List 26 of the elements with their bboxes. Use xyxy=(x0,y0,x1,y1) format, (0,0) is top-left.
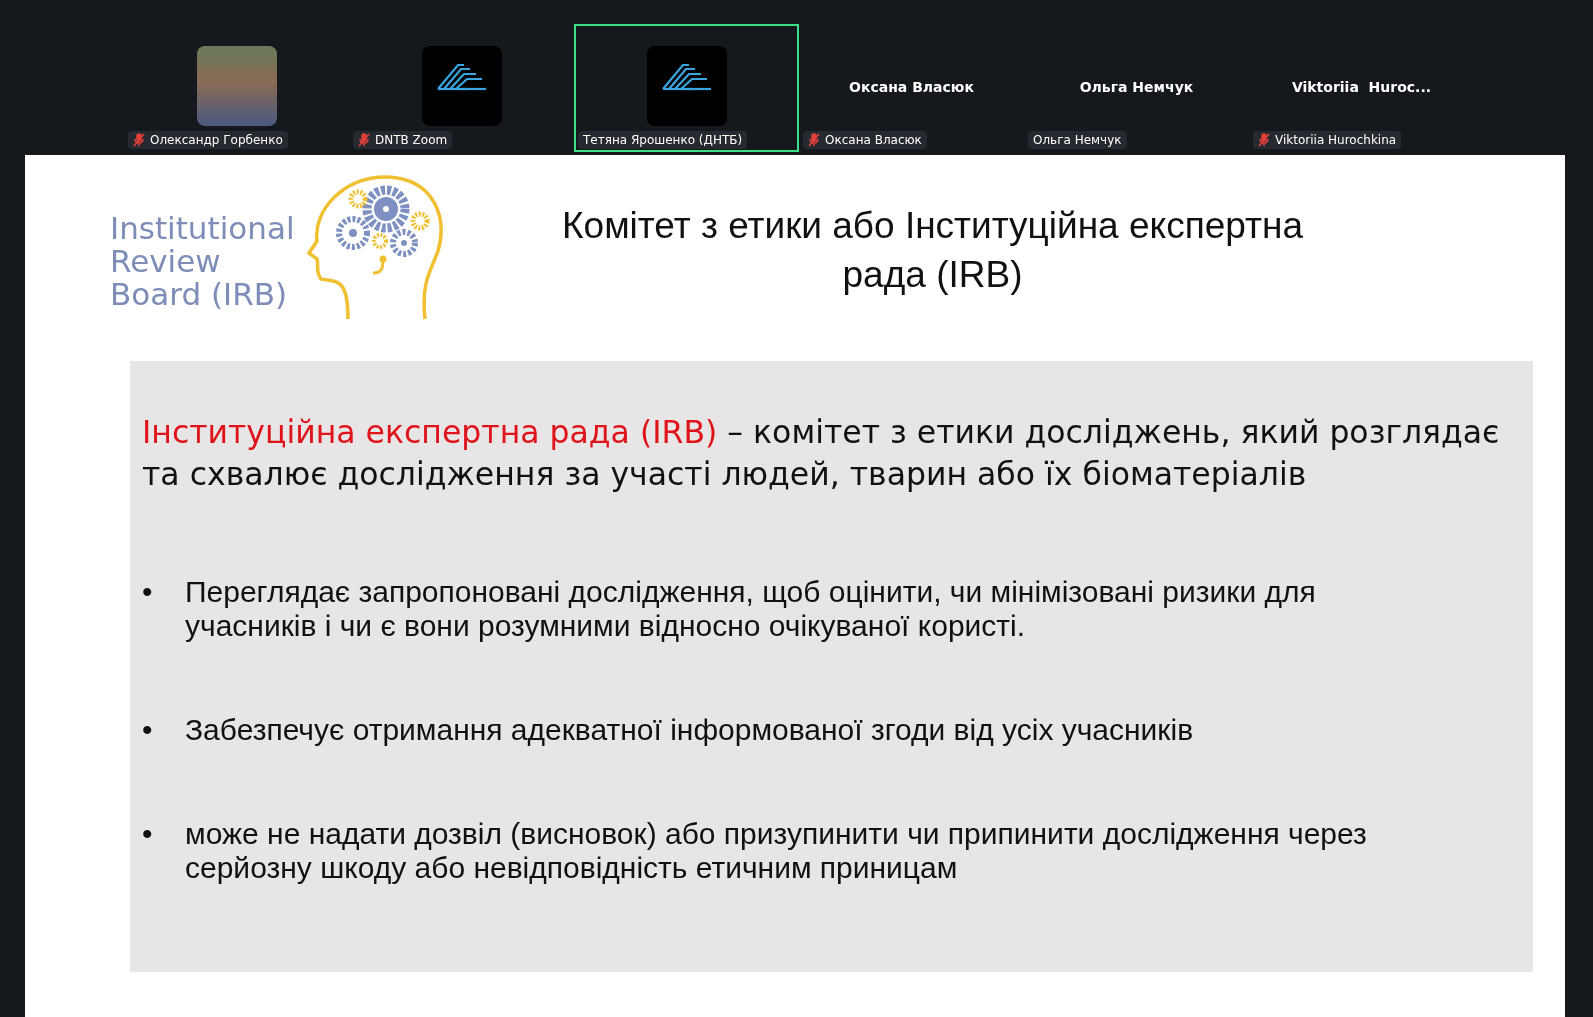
name-label: Олександр Горбенко xyxy=(128,131,288,149)
name-label: Viktoriia Hurochkina xyxy=(1253,131,1402,149)
video-tile[interactable]: Олександр Горбенко xyxy=(124,24,349,152)
bullet-text: Забезпечує отримання адекватної інформованої згоди від усіх учасників xyxy=(185,713,1194,747)
bullet-marker: • xyxy=(142,575,154,610)
participant-name: Ольга Немчук xyxy=(1079,79,1194,95)
bullet-text: може не надати дозвіл (висновок) або призупинити чи припинити дослідження через серйозну шкоду або невідповідність етичним приницам xyxy=(185,817,1368,885)
slide-title: Комітет з етики або Інституційна експертна рада (IRB) xyxy=(561,204,1304,297)
video-tile[interactable]: Тетяна Ярошенко (ДНТБ) xyxy=(574,24,799,152)
stripes-logo-icon xyxy=(435,61,488,91)
name-label: Ольга Немчук xyxy=(1028,131,1127,149)
video-tile[interactable]: Viktoriia Huroc... Viktoriia Hurochkina xyxy=(1249,24,1474,152)
bullet-text: Переглядає запропоновані дослідження, щоб оцінити, чи мінімізовані ризики для учасників і чи є вони розумними відносно очікуваної користі. xyxy=(185,575,1317,643)
name-label: DNTB Zoom xyxy=(353,131,453,149)
bullet-marker: • xyxy=(142,713,154,747)
stripes-logo-icon xyxy=(660,61,713,91)
bullet-marker: • xyxy=(142,817,154,852)
video-tile[interactable]: DNTB Zoom xyxy=(349,24,574,152)
video-tile[interactable]: Ольга Немчук Ольга Немчук xyxy=(1024,24,1249,152)
name-label: Тетяна Ярошенко (ДНТБ) xyxy=(578,131,748,149)
participant-name: Viktoriia Huroc... xyxy=(1291,79,1432,95)
logo-text: Institutional Review Board (IRB) xyxy=(110,211,295,311)
definition-text: Інституційна експертна рада (IRB) – комітет з етики досліджень, який розглядає та схвалює дослідження за участі людей, тварин або їх біоматеріалів xyxy=(142,413,1501,494)
name-label: Оксана Власюк xyxy=(803,131,927,149)
video-tile[interactable]: Оксана Власюк Оксана Власюк xyxy=(799,24,1024,152)
participant-name: Оксана Власюк xyxy=(849,79,974,95)
